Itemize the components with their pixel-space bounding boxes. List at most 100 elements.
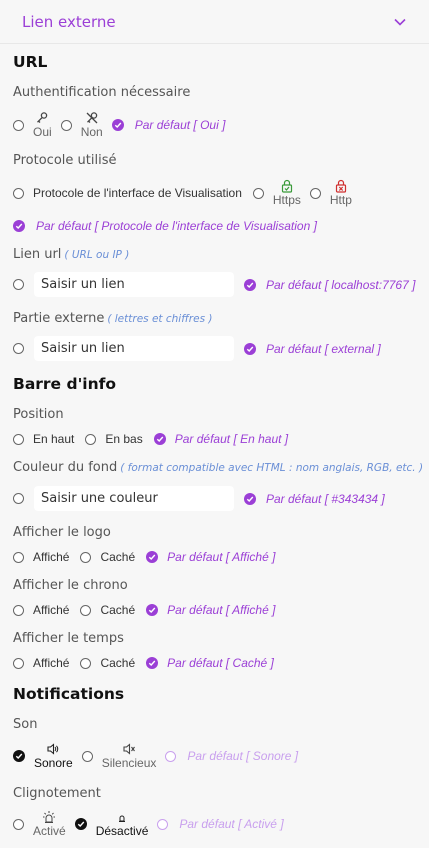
logo-options: Affiché Caché Par défaut [ Affiché ]	[13, 550, 275, 564]
bgcolor-default-check[interactable]	[244, 492, 256, 505]
logo-default-check[interactable]	[146, 551, 159, 563]
blink-off-option[interactable]: Désactivé	[95, 810, 149, 838]
section-title-url: URL	[13, 53, 48, 71]
chevron-down-icon[interactable]	[393, 15, 407, 29]
sound-on-option[interactable]: Sonore	[34, 742, 73, 770]
protocol-https-radio[interactable]	[252, 187, 264, 199]
check-icon	[148, 554, 156, 561]
auth-default-check[interactable]	[111, 119, 124, 131]
link-url-hint: ( URL ou IP )	[64, 249, 130, 261]
blink-label: Clignotement	[13, 786, 101, 801]
protocol-options: Protocole de l'interface de Visualisatio…	[13, 179, 361, 207]
bgcolor-label: Couleur du fond	[13, 460, 118, 475]
time-hidden-radio[interactable]	[80, 657, 92, 669]
sound-default-label: Par défaut [ Sonore ]	[187, 749, 299, 763]
protocol-https-option[interactable]: Https	[273, 179, 301, 207]
position-bottom-radio[interactable]	[85, 433, 97, 445]
bgcolor-row: Saisir une couleur Par défaut [ #343434 …	[13, 486, 385, 511]
position-bottom-label[interactable]: En bas	[105, 432, 142, 446]
protocol-http-option[interactable]: Http	[330, 179, 352, 207]
chrono-shown-radio[interactable]	[13, 604, 24, 616]
external-radio[interactable]	[13, 343, 24, 354]
bgcolor-input[interactable]: Saisir une couleur	[34, 486, 234, 511]
chrono-shown-label[interactable]: Affiché	[33, 603, 69, 617]
chrono-hidden-radio[interactable]	[80, 604, 92, 616]
position-top-radio[interactable]	[13, 433, 24, 445]
logo-label: Afficher le logo	[13, 525, 111, 540]
link-url-input[interactable]: Saisir un lien	[34, 272, 234, 297]
protocol-interface-label[interactable]: Protocole de l'interface de Visualisatio…	[33, 186, 242, 200]
bgcolor-radio[interactable]	[13, 493, 24, 504]
time-options: Affiché Caché Par défaut [ Caché ]	[13, 656, 274, 670]
link-url-default-check[interactable]	[244, 278, 256, 291]
time-default-check[interactable]	[146, 657, 159, 669]
position-top-label[interactable]: En haut	[33, 432, 74, 446]
blink-on-option[interactable]: Activé	[33, 810, 66, 838]
auth-no-radio[interactable]	[60, 119, 72, 131]
blink-off-check[interactable]	[74, 818, 87, 830]
sound-silent-radio[interactable]	[81, 750, 93, 762]
check-icon	[156, 436, 164, 443]
blink-default-label: Par défaut [ Activé ]	[179, 817, 284, 831]
sound-on-check[interactable]	[13, 750, 25, 762]
logo-shown-radio[interactable]	[13, 551, 24, 563]
sound-options: Sonore Silencieux Par défaut [ Sonore ]	[13, 742, 298, 770]
external-default-check[interactable]	[244, 342, 256, 355]
link-url-row: Saisir un lien Par défaut [ localhost:77…	[13, 272, 415, 297]
external-hint: ( lettres et chiffres )	[107, 313, 213, 325]
logo-hidden-label[interactable]: Caché	[100, 550, 135, 564]
chrono-hidden-label[interactable]: Caché	[100, 603, 135, 617]
time-shown-label[interactable]: Affiché	[33, 656, 69, 670]
link-url-radio[interactable]	[13, 279, 24, 290]
external-default-label: Par défaut [ external ]	[266, 341, 381, 356]
lock-x-icon	[335, 179, 346, 193]
check-icon	[148, 607, 156, 614]
blink-default-radio[interactable]	[157, 818, 169, 830]
protocol-default-check[interactable]	[13, 220, 25, 232]
blink-off-label: Désactivé	[95, 824, 149, 838]
auth-label: Authentification nécessaire	[13, 85, 191, 100]
time-hidden-label[interactable]: Caché	[100, 656, 135, 670]
sound-silent-option[interactable]: Silencieux	[101, 742, 157, 770]
key-icon	[37, 112, 48, 123]
time-shown-radio[interactable]	[13, 657, 24, 669]
check-icon	[246, 346, 254, 352]
link-url-label-row: Lien url( URL ou IP )	[13, 247, 129, 262]
auth-yes-radio[interactable]	[13, 119, 24, 131]
check-icon	[15, 753, 23, 760]
bgcolor-hint: ( format compatible avec HTML : nom angl…	[120, 462, 424, 474]
check-icon	[114, 122, 122, 129]
section-title-notifications: Notifications	[13, 685, 125, 703]
time-default-label: Par défaut [ Caché ]	[167, 656, 274, 670]
panel-title: Lien externe	[22, 12, 116, 31]
key-off-icon	[86, 112, 98, 124]
speaker-mute-icon	[123, 743, 135, 755]
check-icon	[148, 660, 156, 667]
auth-no-option[interactable]: Non	[81, 111, 103, 139]
check-icon	[15, 223, 23, 230]
protocol-default-label: Par défaut [ Protocole de l'interface de…	[36, 219, 317, 233]
external-input[interactable]: Saisir un lien	[34, 336, 234, 361]
auth-yes-option[interactable]: Oui	[33, 111, 52, 139]
logo-hidden-radio[interactable]	[80, 551, 92, 563]
sound-silent-label: Silencieux	[101, 756, 157, 770]
position-options: En haut En bas Par défaut [ En haut ]	[13, 432, 288, 446]
external-label-row: Partie externe( lettres et chiffres )	[13, 311, 212, 326]
protocol-default-row: Par défaut [ Protocole de l'interface de…	[13, 219, 317, 233]
sound-default-radio[interactable]	[165, 750, 177, 762]
position-default-check[interactable]	[153, 433, 166, 445]
external-row: Saisir un lien Par défaut [ external ]	[13, 336, 381, 361]
blink-on-radio[interactable]	[13, 818, 24, 830]
alarm-light-on-icon	[43, 811, 56, 823]
check-icon	[246, 282, 254, 288]
protocol-interface-radio[interactable]	[13, 187, 24, 199]
chrono-default-check[interactable]	[146, 604, 159, 616]
protocol-http-radio[interactable]	[309, 187, 321, 199]
section-title-info: Barre d'info	[13, 375, 117, 393]
check-icon	[77, 821, 85, 828]
time-label: Afficher le temps	[13, 631, 124, 646]
blink-on-label: Activé	[33, 824, 66, 838]
logo-shown-label[interactable]: Affiché	[33, 550, 69, 564]
panel-header[interactable]: Lien externe	[0, 0, 429, 44]
chrono-label: Afficher le chrono	[13, 578, 128, 593]
